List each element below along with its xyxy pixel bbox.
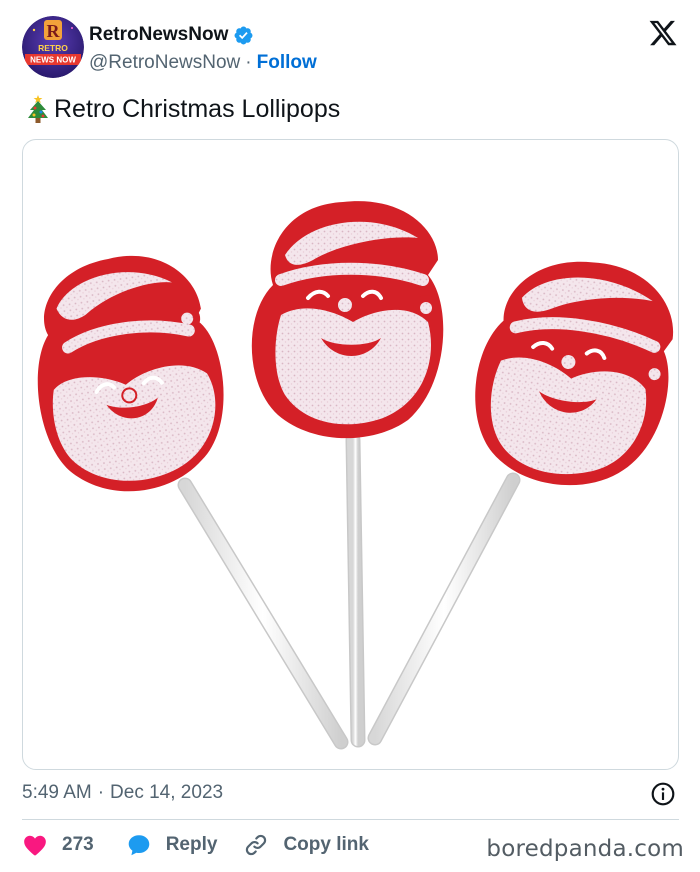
handle-row: @RetroNewsNow · Follow bbox=[89, 50, 317, 76]
link-icon bbox=[246, 834, 267, 856]
handle-separator: · bbox=[245, 52, 252, 73]
author-display-name[interactable]: RetroNewsNow bbox=[89, 24, 228, 46]
reply-label: Reply bbox=[165, 834, 218, 855]
copy-link-label: Copy link bbox=[283, 834, 369, 855]
like-button[interactable]: 273 bbox=[22, 832, 94, 858]
avatar-text-newsnow: NEWS NOW bbox=[30, 56, 76, 65]
heart-icon bbox=[24, 835, 46, 856]
tweet-actions: 273 Reply Copy link bbox=[22, 830, 369, 860]
timestamp-separator: · bbox=[97, 782, 105, 803]
copy-link-button[interactable]: Copy link bbox=[243, 832, 369, 858]
divider bbox=[22, 819, 679, 820]
tweet-time: 5:49 AM bbox=[22, 782, 92, 803]
follow-button[interactable]: Follow bbox=[257, 52, 317, 74]
name-row: RetroNewsNow bbox=[89, 21, 254, 49]
boredpanda-watermark: boredpanda.com bbox=[486, 836, 684, 862]
avatar-text-retro: RETRO bbox=[38, 43, 68, 53]
author-avatar[interactable]: R RETRO NEWS NOW bbox=[22, 16, 84, 78]
christmas-tree-icon bbox=[28, 95, 48, 123]
tweet-text: Retro Christmas Lollipops bbox=[24, 94, 340, 124]
author-handle[interactable]: @RetroNewsNow bbox=[89, 52, 240, 74]
reply-bubble-icon bbox=[128, 835, 149, 856]
tweet-header: R RETRO NEWS NOW RetroNewsNow @RetroNews… bbox=[22, 16, 682, 78]
lollipops-photo bbox=[37, 201, 674, 750]
tweet-date: Dec 14, 2023 bbox=[110, 782, 224, 803]
x-logo-icon[interactable] bbox=[648, 18, 678, 48]
tweet-body: Retro Christmas Lollipops bbox=[54, 94, 341, 123]
like-count: 273 bbox=[62, 834, 94, 855]
tweet-media-image[interactable] bbox=[22, 139, 679, 770]
verified-badge-icon bbox=[234, 26, 253, 44]
reply-button[interactable]: Reply bbox=[126, 832, 218, 858]
tweet-timestamp[interactable]: 5:49 AM · Dec 14, 2023 bbox=[22, 782, 223, 804]
info-icon[interactable] bbox=[650, 781, 676, 807]
avatar-letter: R bbox=[47, 21, 61, 41]
